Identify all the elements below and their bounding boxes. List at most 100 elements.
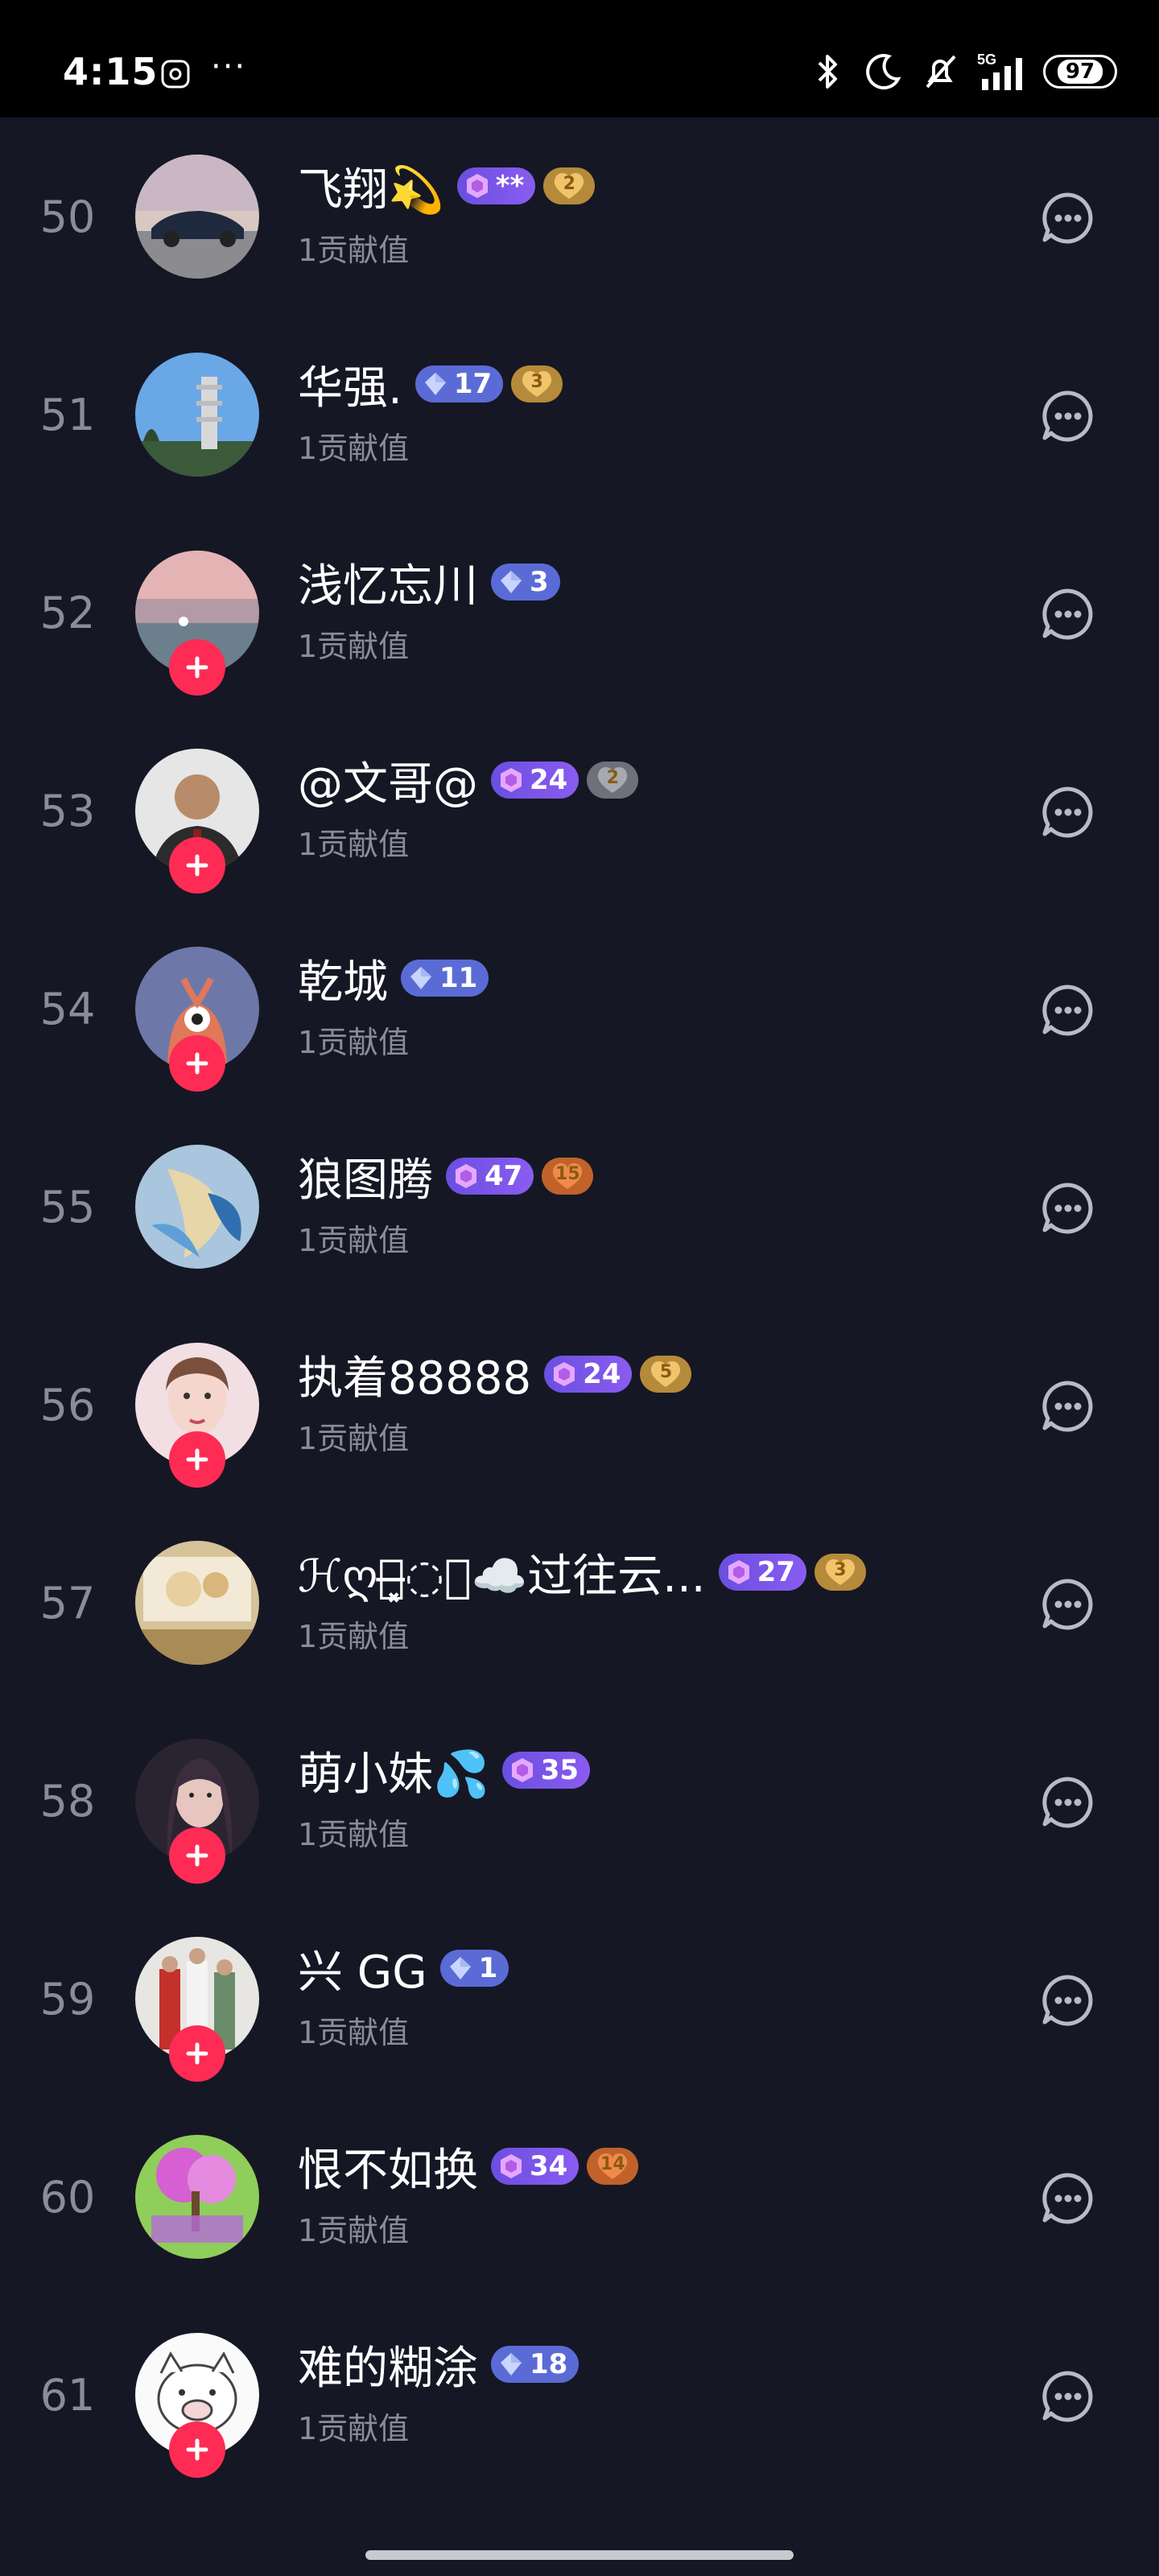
- fan-club-badge: 3: [511, 365, 563, 402]
- list-item[interactable]: 51 华强. 17 3 1贡献值: [0, 316, 1159, 514]
- list-item[interactable]: 50 飞翔💫 ** 2 1贡献值: [0, 118, 1159, 316]
- list-item[interactable]: 54 乾城 11 1贡献值: [0, 910, 1159, 1108]
- user-info: 浅忆忘川 3 1贡献值: [298, 554, 560, 666]
- contribution-value: 1贡献值: [298, 233, 410, 268]
- user-info: 飞翔💫 ** 2 1贡献值: [298, 158, 596, 270]
- contribution-value: 1贡献值: [298, 2015, 410, 2050]
- message-bubble-icon[interactable]: [1040, 388, 1096, 444]
- diamond-icon: [501, 2353, 522, 2376]
- user-name[interactable]: 兴 GG: [298, 1936, 427, 2001]
- message-bubble-icon[interactable]: [1040, 190, 1096, 246]
- rank-number: 60: [39, 2172, 96, 2223]
- status-bar: 4:15 ··· 5G 97: [0, 0, 1159, 118]
- diamond-icon: [501, 571, 522, 593]
- plus-icon: [186, 854, 208, 877]
- message-bubble-icon[interactable]: [1040, 1576, 1096, 1633]
- hexagon-gem-icon: [554, 1362, 575, 1386]
- user-name[interactable]: 萌小妹💦: [298, 1738, 489, 1803]
- status-more-dots: ···: [211, 48, 247, 85]
- level-badge: 17: [415, 365, 504, 402]
- follow-button[interactable]: [169, 1827, 225, 1884]
- follow-button[interactable]: [169, 1035, 225, 1092]
- level-number: 47: [485, 1160, 523, 1192]
- user-name[interactable]: 恨不如换: [298, 2134, 478, 2199]
- list-item[interactable]: 59 兴 GG 1 1贡献值: [0, 1900, 1159, 2098]
- user-name[interactable]: 狼图腾: [298, 1144, 433, 1209]
- network-label: 5G: [977, 52, 996, 68]
- rank-number: 58: [39, 1776, 96, 1827]
- user-info: 兴 GG 1 1贡献值: [298, 1940, 509, 2052]
- contribution-value: 1贡献值: [298, 1025, 410, 1060]
- user-info: ℋღ⃝̶̶̶̶̶̶͓͓͓͓͓◌⃝☁️过往云... 27 3 1贡献值: [298, 1544, 866, 1656]
- list-item[interactable]: 57 ℋღ⃝̶̶̶̶̶̶͓͓͓͓͓◌⃝☁️过往云... 27 3 1贡献值: [0, 1504, 1159, 1702]
- message-bubble-icon[interactable]: [1040, 2368, 1096, 2425]
- rank-number: 56: [39, 1380, 96, 1430]
- message-bubble-icon[interactable]: [1040, 586, 1096, 642]
- plus-icon: [186, 1844, 208, 1867]
- user-info: 执着88888 24 5 1贡献值: [298, 1346, 692, 1458]
- fan-level-number: 2: [563, 174, 575, 194]
- contribution-value: 1贡献值: [298, 431, 410, 466]
- home-indicator[interactable]: [365, 2550, 794, 2560]
- hexagon-gem-icon: [501, 768, 522, 792]
- rank-number: 59: [39, 1974, 96, 2025]
- message-bubble-icon[interactable]: [1040, 1180, 1096, 1236]
- fan-club-badge: 2: [543, 167, 596, 204]
- message-bubble-icon[interactable]: [1040, 1774, 1096, 1831]
- message-bubble-icon[interactable]: [1040, 1972, 1096, 2029]
- fan-club-badge: 15: [542, 1158, 594, 1195]
- follow-button[interactable]: [169, 2421, 225, 2478]
- level-number: 24: [530, 764, 568, 796]
- level-badge: 1: [439, 1950, 509, 1987]
- user-name[interactable]: 难的糊涂: [298, 2332, 478, 2397]
- list-item[interactable]: 53 @文哥@ 24 2 1贡献值: [0, 712, 1159, 910]
- message-bubble-icon[interactable]: [1040, 1378, 1096, 1435]
- avatar[interactable]: [135, 2135, 259, 2259]
- list-item[interactable]: 55 狼图腾 47 15 1贡献值: [0, 1108, 1159, 1306]
- avatar[interactable]: [135, 1541, 259, 1665]
- list-item[interactable]: 61 难的糊涂 18 1贡献值: [0, 2296, 1159, 2494]
- plus-icon: [186, 2438, 208, 2461]
- battery-level: 97: [1057, 60, 1103, 84]
- diamond-icon: [449, 1957, 471, 1979]
- follow-button[interactable]: [169, 639, 225, 696]
- plus-icon: [186, 2042, 208, 2065]
- user-name[interactable]: 浅忆忘川: [298, 550, 478, 615]
- rank-number: 55: [39, 1182, 96, 1232]
- list-item[interactable]: 56 执着88888 24 5 1贡献值: [0, 1306, 1159, 1504]
- follow-button[interactable]: [169, 2025, 225, 2082]
- fan-club-badge: 2: [587, 762, 639, 799]
- message-bubble-icon[interactable]: [1040, 982, 1096, 1038]
- message-bubble-icon[interactable]: [1040, 784, 1096, 840]
- level-number: 11: [439, 962, 478, 994]
- fan-club-badge: 14: [587, 2148, 639, 2185]
- user-info: 恨不如换 34 14 1贡献值: [298, 2138, 639, 2250]
- user-info: 难的糊涂 18 1贡献值: [298, 2336, 580, 2448]
- list-item[interactable]: 60 恨不如换 34 14 1贡献值: [0, 2098, 1159, 2296]
- signal-5g-icon: 5G: [977, 52, 1022, 90]
- hexagon-gem-icon: [466, 174, 488, 198]
- user-name[interactable]: ℋღ⃝̶̶̶̶̶̶͓͓͓͓͓◌⃝☁️过往云...: [298, 1540, 706, 1605]
- rank-number: 51: [39, 390, 96, 440]
- list-item[interactable]: 58 萌小妹💦 35 1贡献值: [0, 1702, 1159, 1900]
- plus-icon: [186, 1448, 208, 1471]
- rank-number: 50: [39, 192, 96, 242]
- user-name[interactable]: 乾城: [298, 946, 388, 1011]
- follow-button[interactable]: [169, 837, 225, 894]
- app-notification-icon: [161, 60, 190, 89]
- level-number: 35: [540, 1754, 580, 1786]
- fan-level-number: 14: [600, 2154, 625, 2174]
- user-name[interactable]: 执着88888: [298, 1342, 531, 1407]
- mute-bell-icon: [926, 55, 956, 89]
- avatar[interactable]: [135, 1145, 259, 1269]
- avatar[interactable]: [135, 353, 259, 477]
- user-name[interactable]: 飞翔💫: [298, 154, 444, 219]
- message-bubble-icon[interactable]: [1040, 2170, 1096, 2227]
- plus-icon: [186, 1052, 208, 1075]
- follow-button[interactable]: [169, 1431, 225, 1488]
- list-item[interactable]: 52 浅忆忘川 3 1贡献值: [0, 514, 1159, 712]
- avatar[interactable]: [135, 155, 259, 279]
- level-badge: 11: [401, 960, 489, 997]
- user-name[interactable]: 华强.: [298, 352, 402, 417]
- user-name[interactable]: @文哥@: [298, 748, 478, 813]
